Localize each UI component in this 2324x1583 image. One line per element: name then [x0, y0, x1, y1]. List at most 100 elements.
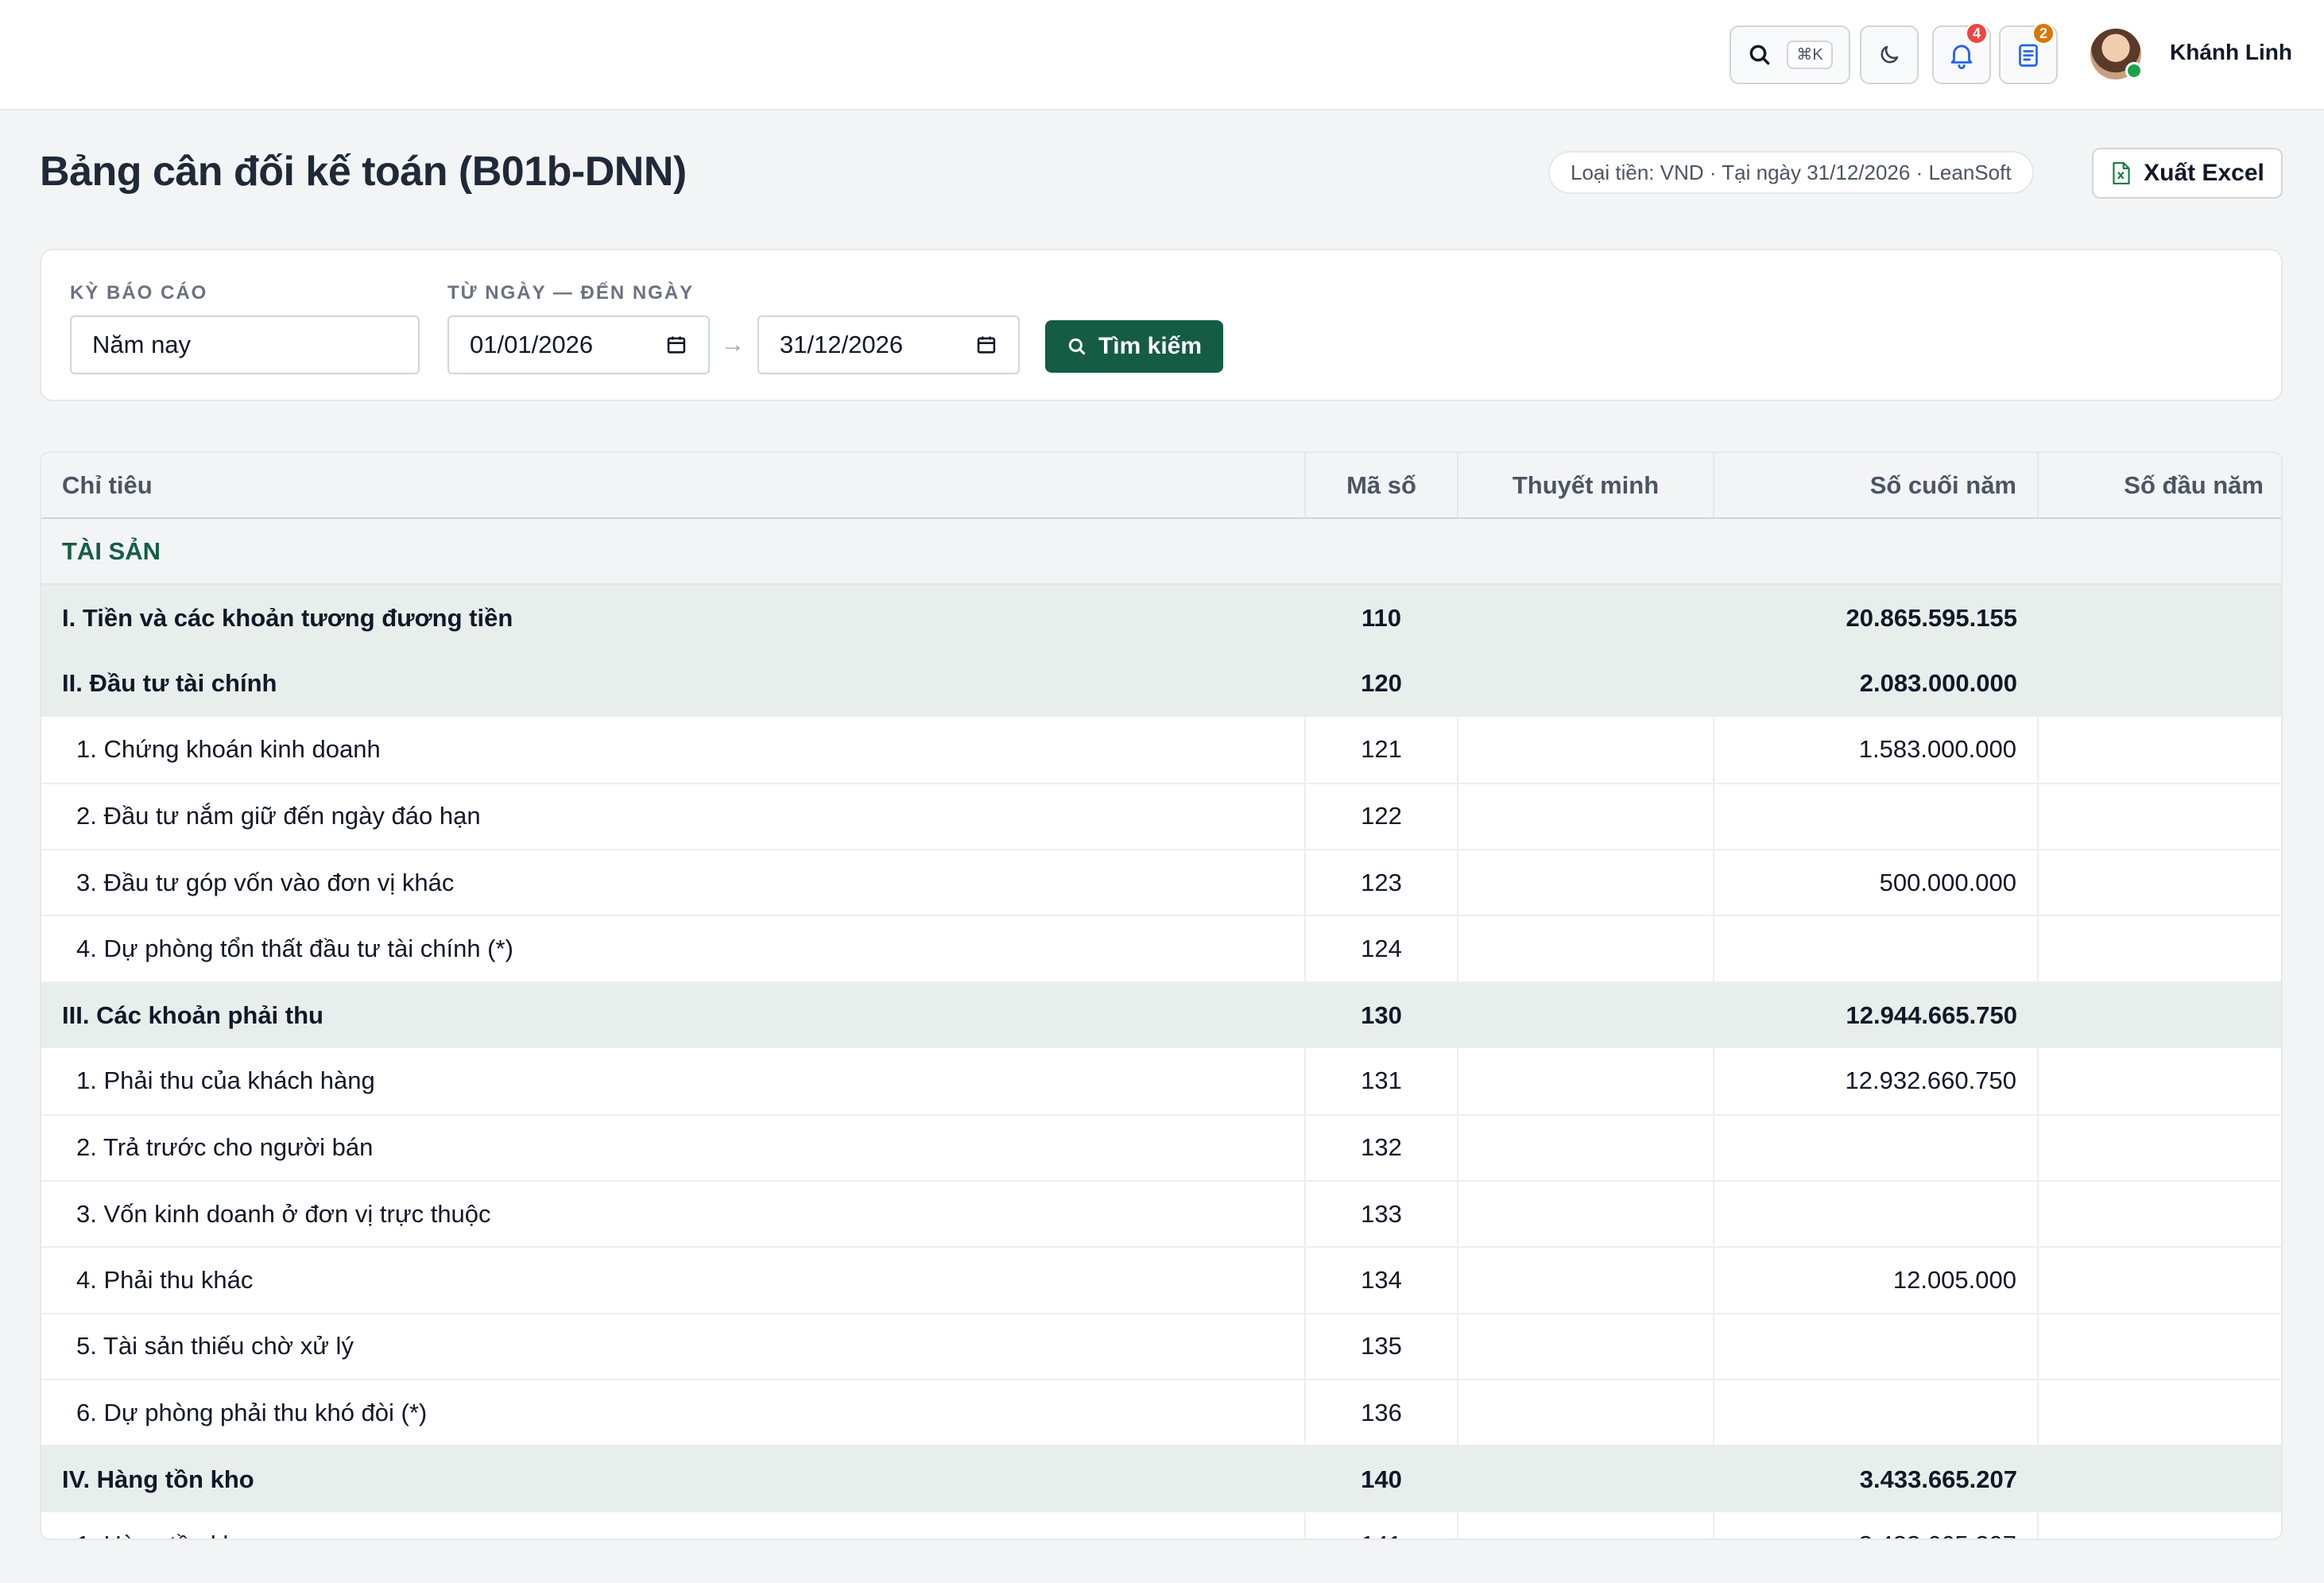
indicator-cell: II. Đầu tư tài chính: [41, 650, 1305, 718]
user-name[interactable]: Khánh Linh: [2170, 40, 2292, 65]
excel-file-icon: [2110, 161, 2132, 185]
end-of-year-cell: 12.005.000: [1714, 1247, 2039, 1314]
to-date-input[interactable]: 31/12/2026: [757, 315, 1020, 374]
search-shortcut: ⌘K: [1787, 41, 1833, 69]
note-cell: [1458, 1313, 1714, 1381]
indicator-cell: 3. Đầu tư góp vốn vào đơn vị khác: [41, 849, 1306, 917]
start-of-year-cell: [2038, 915, 2281, 983]
end-of-year-cell: [1714, 915, 2039, 983]
start-of-year-cell: [2038, 1446, 2281, 1512]
balance-sheet-table-card: Chỉ tiêu Mã số Thuyết minh Số cuối năm S…: [40, 451, 2283, 1540]
end-of-year-cell: 3.433.665.207: [1714, 1446, 2038, 1512]
end-of-year-cell: [1714, 1180, 2039, 1248]
table-row: 1. Chứng khoán kinh doanh 121 1.583.000.00…: [41, 717, 2281, 784]
group-row: IV. Hàng tồn kho 140 3.433.665.207: [41, 1446, 2281, 1512]
balance-sheet-table: Chỉ tiêu Mã số Thuyết minh Số cuối năm S…: [41, 453, 2281, 1538]
indicator-cell: 5. Tài sản thiếu chờ xử lý: [41, 1313, 1306, 1381]
code-cell: 140: [1305, 1446, 1458, 1512]
period-value: Năm nay: [92, 331, 192, 358]
search-button[interactable]: ⌘K: [1729, 25, 1850, 84]
search-icon: [1067, 336, 1087, 357]
start-of-year-cell: [2038, 783, 2281, 850]
moon-icon: [1877, 43, 1901, 67]
start-of-year-cell: [2038, 1247, 2281, 1314]
indicator-cell: 1. Hàng tồn kho: [41, 1511, 1306, 1538]
online-status-indicator: [2125, 62, 2143, 79]
top-bar: ⌘K 4 2 Khánh Linh: [0, 0, 2324, 110]
start-of-year-cell: [2038, 650, 2281, 718]
table-row: 3. Vốn kinh doanh ở đơn vị trực thuộc 133: [41, 1180, 2281, 1248]
section-row: TÀI SẢN: [41, 518, 2281, 586]
code-cell: 124: [1305, 915, 1458, 983]
end-of-year-cell: [1714, 1313, 2039, 1381]
note-cell: [1458, 1180, 1714, 1248]
filter-panel: KỲ BÁO CÁO Năm nay TỪ NGÀY — ĐẾN NGÀY 01…: [40, 249, 2283, 401]
indicator-cell: I. Tiền và các khoản tương đương tiền: [41, 584, 1305, 651]
code-cell: 135: [1305, 1313, 1458, 1381]
indicator-cell: III. Các khoản phải thu: [41, 981, 1305, 1049]
end-of-year-cell: 3.433.665.207: [1714, 1511, 2039, 1538]
table-row: 1. Phải thu của khách hàng 131 12.932.660.…: [41, 1048, 2281, 1116]
search-submit-button[interactable]: Tìm kiếm: [1045, 320, 1223, 373]
period-select[interactable]: Năm nay: [70, 315, 420, 374]
indicator-cell: 4. Dự phòng tổn thất đầu tư tài chính (*…: [41, 915, 1306, 983]
code-cell: 141: [1305, 1511, 1458, 1538]
start-of-year-cell: [2038, 1048, 2281, 1116]
period-label: KỲ BÁO CÁO: [70, 282, 208, 304]
bell-icon: [1946, 40, 1977, 70]
start-of-year-cell: [2038, 717, 2281, 784]
code-cell: 120: [1305, 650, 1458, 718]
end-of-year-cell: [1714, 1380, 2039, 1447]
export-excel-label: Xuất Excel: [2144, 160, 2264, 186]
end-of-year-cell: 500.000.000: [1714, 849, 2039, 917]
start-of-year-cell: [2038, 981, 2281, 1049]
from-date-input[interactable]: 01/01/2026: [447, 315, 710, 374]
report-meta-badge: Loại tiền: VND · Tại ngày 31/12/2026 · L…: [1548, 151, 2034, 194]
note-cell: [1458, 584, 1714, 651]
indicator-cell: 2. Trả trước cho người bán: [41, 1114, 1306, 1182]
code-cell: 134: [1305, 1247, 1458, 1314]
export-excel-button[interactable]: Xuất Excel: [2092, 148, 2283, 199]
arrow-right-icon: →: [721, 331, 745, 358]
code-cell: 123: [1305, 849, 1458, 917]
note-cell: [1458, 1247, 1714, 1314]
notifications-badge: 4: [1966, 22, 1988, 45]
note-cell: [1458, 1511, 1714, 1538]
start-of-year-cell: [2038, 1114, 2281, 1182]
indicator-cell: 4. Phải thu khác: [41, 1247, 1306, 1314]
start-of-year-cell: [2038, 849, 2281, 917]
end-of-year-cell: [1714, 783, 2039, 850]
code-cell: 121: [1305, 717, 1458, 784]
indicator-cell: 6. Dự phòng phải thu khó đòi (*): [41, 1380, 1306, 1447]
column-header-end-of-year[interactable]: Số cuối năm: [1714, 453, 2039, 519]
table-row: 5. Tài sản thiếu chờ xử lý 135: [41, 1313, 2281, 1381]
start-of-year-cell: [2038, 1313, 2281, 1381]
note-cell: [1458, 1380, 1714, 1447]
start-of-year-cell: [2038, 1180, 2281, 1248]
column-header-note[interactable]: Thuyết minh: [1458, 453, 1714, 519]
table-row: 1. Hàng tồn kho141 3.433.665.207: [41, 1511, 2281, 1538]
start-of-year-cell: [2038, 584, 2281, 651]
notifications-button[interactable]: 4: [1932, 22, 1991, 84]
end-of-year-cell: 20.865.595.155: [1714, 584, 2038, 651]
table-row: 2. Trả trước cho người bán 132: [41, 1114, 2281, 1182]
column-header-code[interactable]: Mã số: [1305, 453, 1458, 519]
column-header-indicator[interactable]: Chỉ tiêu: [41, 453, 1306, 519]
code-cell: 130: [1305, 981, 1458, 1049]
tasks-button[interactable]: 2: [1999, 22, 2058, 84]
tasks-badge: 2: [2032, 22, 2055, 45]
end-of-year-cell: 12.944.665.750: [1714, 981, 2038, 1049]
calendar-icon: [665, 334, 688, 356]
search-icon: [1747, 42, 1772, 68]
code-cell: 131: [1305, 1048, 1458, 1116]
group-row: I. Tiền và các khoản tương đương tiền 110…: [41, 584, 2281, 651]
clipboard-icon: [2014, 41, 2043, 69]
table-header-row: Chỉ tiêu Mã số Thuyết minh Số cuối năm S…: [41, 453, 2281, 519]
note-cell: [1458, 783, 1714, 850]
note-cell: [1458, 1114, 1714, 1182]
note-cell: [1458, 650, 1714, 718]
theme-toggle-button[interactable]: [1860, 25, 1919, 84]
column-header-start-of-year[interactable]: Số đầu năm: [2038, 453, 2281, 519]
indicator-cell: 3. Vốn kinh doanh ở đơn vị trực thuộc: [41, 1180, 1306, 1248]
note-cell: [1458, 717, 1714, 784]
